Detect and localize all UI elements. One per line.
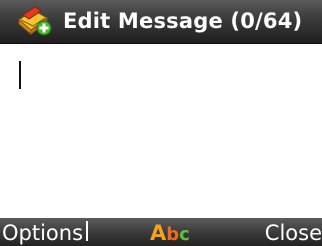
input-mode-char-1: A [150, 221, 167, 245]
softkey-bar: Options Abc Close [0, 218, 322, 246]
input-mode-char-3: c [179, 224, 190, 245]
message-text-area[interactable] [0, 44, 322, 218]
close-softkey[interactable]: Close [265, 218, 322, 246]
softkey-divider [86, 221, 89, 241]
message-editor-screen: Edit Message (0/64) Options Abc Close [0, 0, 322, 246]
screen-title: Edit Message (0/64) [63, 9, 303, 33]
options-softkey-label: Options [2, 221, 84, 245]
input-mode-indicator: Abc [150, 218, 190, 246]
options-softkey[interactable]: Options [2, 218, 89, 246]
input-mode-char-2: b [166, 224, 180, 245]
message-edit-icon [17, 6, 53, 38]
text-caret [19, 61, 21, 89]
title-bar: Edit Message (0/64) [0, 0, 322, 44]
